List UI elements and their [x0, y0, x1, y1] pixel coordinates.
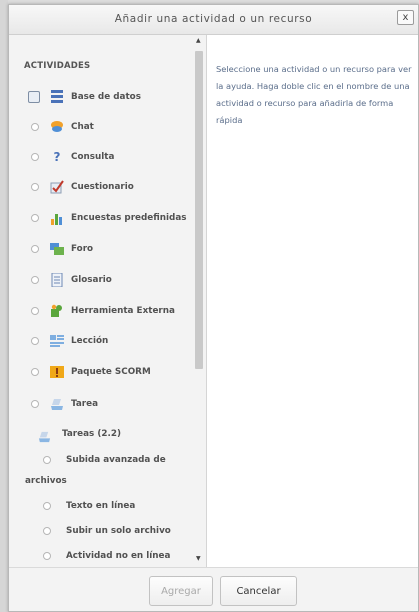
activity-item-consulta[interactable]: ? Consulta	[9, 148, 197, 166]
activity-label: Encuestas predefinidas	[71, 213, 187, 223]
activity-label: Lección	[71, 336, 109, 346]
radio-button-selected[interactable]	[28, 91, 40, 103]
dialog-footer: Agregar Cancelar	[9, 567, 418, 611]
activity-item-paquete-scorm[interactable]: Paquete SCORM	[9, 363, 197, 381]
add-activity-dialog: Añadir una actividad o un recurso x ACTI…	[8, 4, 419, 612]
activity-label: Herramienta Externa	[71, 306, 175, 316]
activity-label: Tarea	[71, 399, 99, 409]
activity-item-base-de-datos[interactable]: Base de datos	[9, 88, 197, 106]
question-icon: ?	[53, 150, 61, 164]
activity-label: Consulta	[71, 152, 115, 162]
assignment-icon	[38, 428, 51, 442]
cancel-button[interactable]: Cancelar	[220, 576, 297, 606]
activity-item-leccion[interactable]: Lección	[9, 332, 197, 350]
scroll-up-arrow-icon[interactable]: ▲	[196, 37, 201, 44]
activity-item-encuestas-predefinidas[interactable]: Encuestas predefinidas	[9, 209, 197, 227]
activity-label: Texto en línea	[66, 501, 136, 511]
activity-label: Glosario	[71, 275, 112, 285]
activity-label: Base de datos	[71, 92, 141, 102]
activity-label: Paquete SCORM	[71, 367, 151, 377]
activity-label: Subir un solo archivo	[66, 526, 171, 536]
activity-label-continued: archivos	[25, 476, 67, 486]
radio-button[interactable]	[31, 337, 39, 345]
activity-item-herramienta-externa[interactable]: Herramienta Externa	[9, 302, 197, 320]
radio-button[interactable]	[31, 245, 39, 253]
radio-button[interactable]	[43, 527, 51, 535]
radio-button[interactable]	[43, 456, 51, 464]
radio-button[interactable]	[31, 368, 39, 376]
forum-icon	[50, 242, 64, 256]
radio-button[interactable]	[31, 153, 39, 161]
add-button[interactable]: Agregar	[149, 576, 213, 606]
radio-button[interactable]	[43, 502, 51, 510]
list-scrollbar[interactable]: ▲ ▼	[192, 35, 206, 567]
activity-item-subida-avanzada[interactable]: Subida avanzada de	[9, 451, 197, 469]
radio-button[interactable]	[31, 307, 39, 315]
activity-item-tarea[interactable]: Tarea	[9, 395, 197, 413]
activity-item-chat[interactable]: Chat	[9, 118, 197, 136]
radio-button[interactable]	[31, 400, 39, 408]
radio-button[interactable]	[31, 183, 39, 191]
puzzle-icon	[50, 304, 64, 318]
close-button[interactable]: x	[397, 10, 414, 25]
activity-item-texto-en-linea[interactable]: Texto en línea	[9, 497, 197, 515]
dialog-titlebar: Añadir una actividad o un recurso x	[9, 5, 418, 35]
activity-label: Cuestionario	[71, 182, 134, 192]
assignment-icon	[50, 397, 64, 411]
scroll-down-arrow-icon[interactable]: ▼	[196, 555, 201, 562]
activity-label: Foro	[71, 244, 94, 254]
chat-icon	[50, 120, 64, 134]
activity-item-actividad-no-en-linea[interactable]: Actividad no en línea	[9, 547, 197, 565]
lesson-icon	[50, 334, 64, 348]
database-icon	[50, 90, 64, 104]
activity-label: Actividad no en línea	[66, 551, 171, 561]
quiz-check-icon	[50, 180, 64, 194]
activity-item-cuestionario[interactable]: Cuestionario	[9, 178, 197, 196]
activity-item-foro[interactable]: Foro	[9, 240, 197, 258]
activity-item-subir-un-solo-archivo[interactable]: Subir un solo archivo	[9, 522, 197, 540]
bar-chart-icon	[50, 211, 64, 225]
activity-item-glosario[interactable]: Glosario	[9, 271, 197, 289]
radio-button[interactable]	[31, 276, 39, 284]
group-label: Tareas (2.2)	[62, 429, 121, 439]
activities-heading: ACTIVIDADES	[24, 61, 91, 71]
scrollbar-thumb[interactable]	[195, 51, 203, 369]
activity-label: Chat	[71, 122, 94, 132]
glossary-icon	[50, 273, 64, 287]
help-text: Seleccione una actividad o un recurso pa…	[216, 64, 412, 125]
background-page-edge	[0, 0, 8, 612]
radio-button[interactable]	[31, 123, 39, 131]
radio-button[interactable]	[43, 552, 51, 560]
radio-button[interactable]	[31, 214, 39, 222]
scorm-package-icon	[50, 365, 64, 379]
activity-chooser-list[interactable]: ACTIVIDADES Base de datos Chat ? Consult…	[9, 35, 207, 567]
activity-group-tareas-2-2: Tareas (2.2)	[9, 425, 197, 443]
dialog-title: Añadir una actividad o un recurso	[114, 13, 313, 25]
activity-label: Subida avanzada de	[66, 455, 166, 465]
